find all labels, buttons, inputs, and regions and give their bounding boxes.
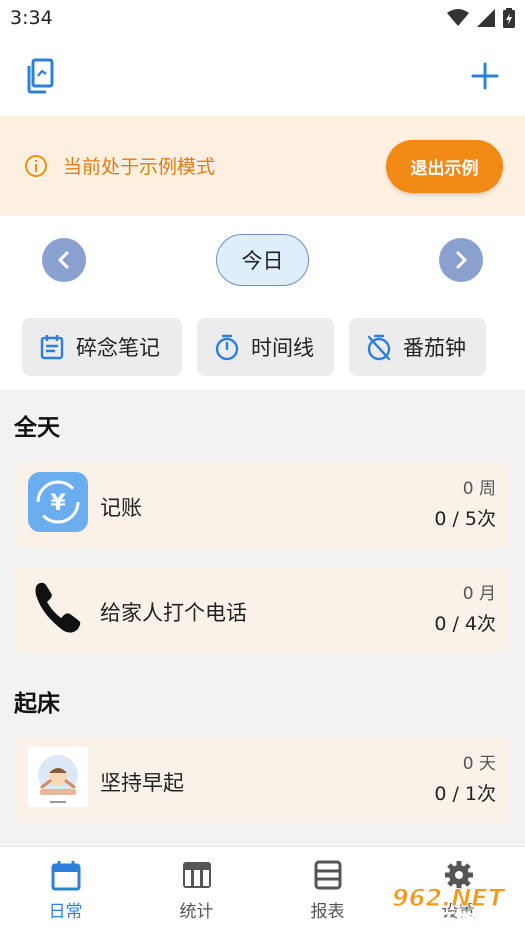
stopwatch-icon — [215, 334, 239, 361]
watermark-logo: 962.NET 乐游网 — [392, 884, 507, 931]
tab-stats-label: 统计 — [179, 902, 214, 922]
wifi-icon — [447, 9, 469, 26]
wake-up-illustration — [28, 747, 88, 807]
habit-card[interactable]: 坚持早起 0 天 0 / 1次 — [14, 737, 510, 823]
next-day-button[interactable] — [439, 238, 483, 282]
tab-daily-label: 日常 — [48, 902, 83, 922]
svg-text:乐游网: 乐游网 — [440, 910, 491, 930]
signal-icon — [477, 9, 495, 27]
exit-demo-button[interactable]: 退出示例 — [386, 140, 503, 193]
demo-mode-banner: 当前处于示例模式 退出示例 — [0, 116, 525, 216]
battery-icon — [503, 8, 515, 28]
section-title-wake-up: 起床 — [14, 691, 60, 717]
tab-stats[interactable]: 统计 — [131, 847, 262, 933]
status-bar: 3:34 — [0, 0, 525, 36]
calendar-icon — [51, 861, 80, 891]
info-icon — [25, 155, 47, 177]
stats-table-icon — [182, 862, 211, 888]
previous-day-button[interactable] — [42, 238, 86, 282]
habit-period: 0 周 — [462, 479, 496, 499]
notes-button[interactable]: 碎念笔记 — [22, 318, 182, 376]
habit-name: 给家人打个电话 — [100, 601, 247, 625]
chevron-right-icon — [456, 251, 467, 269]
notes-label: 碎念笔记 — [76, 336, 160, 360]
timer-off-icon — [367, 334, 391, 361]
report-list-icon — [314, 860, 341, 890]
pomodoro-button[interactable]: 番茄钟 — [349, 318, 486, 376]
svg-text:962.NET: 962.NET — [392, 884, 506, 912]
habit-card[interactable]: ¥ 记账 0 周 0 / 5次 — [14, 462, 510, 548]
habit-count: 0 / 4次 — [434, 613, 496, 635]
notes-icon — [40, 335, 64, 360]
demo-mode-message: 当前处于示例模式 — [63, 156, 216, 178]
habit-name: 记账 — [100, 496, 142, 520]
status-time: 3:34 — [10, 7, 53, 29]
tab-report[interactable]: 报表 — [262, 847, 393, 933]
switch-book-icon[interactable] — [26, 58, 56, 94]
yuan-exchange-icon: ¥ — [28, 472, 88, 532]
svg-text:¥: ¥ — [50, 491, 66, 516]
timeline-button[interactable]: 时间线 — [197, 318, 334, 376]
pomodoro-label: 番茄钟 — [403, 336, 466, 360]
date-navigation: 今日 碎念笔记 时间线 番茄钟 — [0, 216, 525, 390]
tab-daily[interactable]: 日常 — [0, 847, 131, 933]
habit-name: 坚持早起 — [100, 771, 184, 795]
habit-card[interactable]: 给家人打个电话 0 月 0 / 4次 — [14, 567, 510, 653]
habit-count: 0 / 5次 — [434, 508, 496, 530]
app-bar — [0, 36, 525, 116]
chevron-left-icon — [58, 251, 69, 269]
timeline-label: 时间线 — [251, 336, 314, 360]
habit-count: 0 / 1次 — [434, 783, 496, 805]
habit-period: 0 月 — [462, 584, 496, 604]
section-title-all-day: 全天 — [14, 415, 60, 441]
phone-icon — [35, 582, 81, 633]
today-button[interactable]: 今日 — [216, 234, 309, 286]
add-icon[interactable] — [467, 58, 503, 94]
tab-report-label: 报表 — [310, 902, 345, 922]
habit-period: 0 天 — [462, 754, 496, 774]
status-icons — [447, 8, 515, 28]
